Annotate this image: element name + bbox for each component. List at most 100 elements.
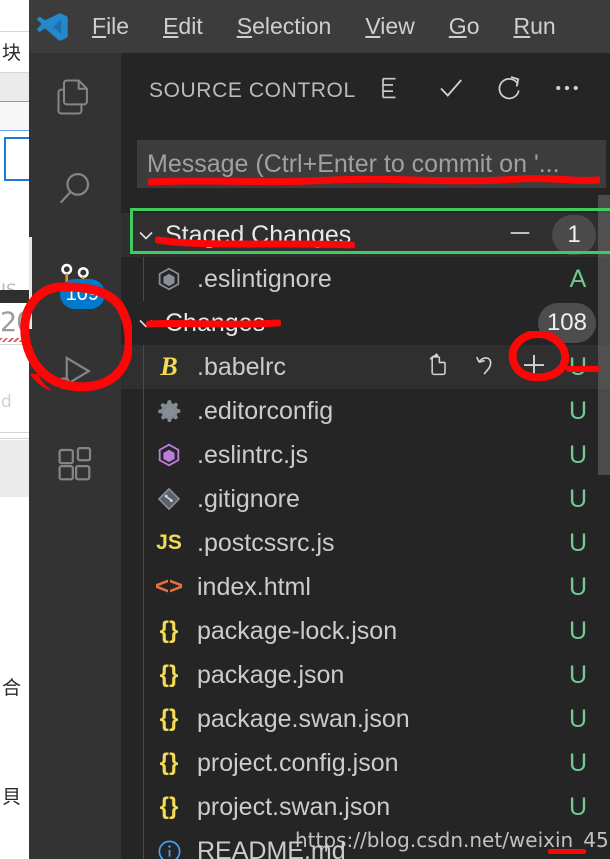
menu-item-edit[interactable]: Edit [146, 0, 220, 53]
bg-number: 20 [0, 307, 29, 338]
bg-cjk-1: 块 [2, 42, 22, 64]
menu-item-selection[interactable]: Selection [220, 0, 349, 53]
json-file-icon: {} [159, 749, 179, 776]
activity-item-run-debug[interactable] [29, 329, 121, 421]
list-item[interactable]: {} project.config.json U [121, 741, 610, 785]
group-label-changes: Changes [165, 308, 266, 337]
list-item[interactable]: {} package.json U [121, 653, 610, 697]
discard-icon [472, 351, 500, 384]
search-icon [53, 167, 97, 216]
list-item-label: .postcssrc.js [197, 528, 335, 557]
annotation-green-rect-staged-changes [130, 208, 610, 254]
status-badge: U [568, 572, 588, 601]
menu-item-go[interactable]: Go [432, 0, 497, 53]
annotation-red-underline-babelrc-status [566, 366, 600, 372]
row-actions [422, 351, 550, 383]
git-file-icon [151, 485, 187, 513]
menu-item-file[interactable]: File [75, 0, 146, 53]
gear-file-icon [151, 398, 187, 425]
check-icon [436, 73, 466, 108]
status-badge: U [568, 616, 588, 645]
javascript-file-icon: JS [156, 531, 182, 554]
status-badge: A [569, 264, 587, 293]
source-control-badge: 109 [59, 279, 105, 309]
panel-actions [376, 74, 584, 108]
markdown-file-icon [151, 838, 187, 859]
list-item-label: package.json [197, 660, 345, 689]
json-file-icon: {} [159, 793, 179, 820]
menu-bar: File Edit Selection View Go Run [29, 0, 610, 53]
annotation-watermark-strike [548, 849, 586, 854]
list-item-label: .eslintignore [197, 264, 332, 293]
screenshot-root: 块 JS 20 d 合 貝 File Edit Sel [0, 0, 610, 859]
ellipsis-icon [552, 73, 582, 108]
list-item-label: .editorconfig [197, 396, 334, 425]
panel-header: SOURCE CONTROL [121, 53, 610, 128]
view-as-tree-button[interactable] [376, 74, 410, 108]
status-badge: U [568, 440, 588, 469]
chevron-down-icon[interactable] [129, 311, 163, 335]
menu-item-run[interactable]: Run [496, 0, 572, 53]
vscode-logo-icon [29, 0, 75, 53]
refresh-button[interactable] [492, 74, 526, 108]
list-item[interactable]: {} project.swan.json U [121, 785, 610, 829]
menu-item-view[interactable]: View [348, 0, 431, 53]
list-item[interactable]: <> index.html U [121, 565, 610, 609]
list-item[interactable]: .gitignore U [121, 477, 610, 521]
babel-file-icon: B [160, 352, 178, 381]
json-file-icon: {} [159, 661, 179, 688]
status-badge: U [568, 396, 588, 425]
discard-changes-button[interactable] [470, 351, 502, 383]
panel-title: SOURCE CONTROL [149, 78, 356, 102]
stage-changes-button[interactable] [518, 351, 550, 383]
source-control-panel: SOURCE CONTROL Message (Ctrl+Enter to co… [121, 53, 610, 859]
activity-item-explorer[interactable] [29, 53, 121, 145]
eslint-file-icon [151, 441, 187, 469]
group-count-changes: 108 [537, 303, 596, 343]
list-item-label: .babelrc [197, 352, 286, 381]
list-item[interactable]: JS .postcssrc.js U [121, 521, 610, 565]
activity-item-search[interactable] [29, 145, 121, 237]
list-item[interactable]: {} package.swan.json U [121, 697, 610, 741]
eslint-file-icon [151, 265, 187, 293]
bg-cjk-3: 貝 [2, 786, 22, 808]
list-item[interactable]: B .babelrc [121, 345, 610, 389]
list-item-label: .eslintrc.js [197, 440, 309, 469]
list-item[interactable]: .eslintrc.js U [121, 433, 610, 477]
run-and-debug-icon [53, 351, 97, 400]
status-badge: U [568, 660, 588, 689]
open-file-icon [424, 351, 452, 384]
group-header-changes[interactable]: Changes 108 [121, 301, 610, 345]
json-file-icon: {} [159, 617, 179, 644]
list-item-label: package-lock.json [197, 616, 398, 645]
list-tree-icon [378, 73, 408, 108]
refresh-icon [494, 73, 524, 108]
status-badge: U [568, 748, 588, 777]
more-actions-button[interactable] [550, 74, 584, 108]
json-file-icon: {} [159, 705, 179, 732]
status-badge: U [568, 528, 588, 557]
activity-bar: 109 [29, 53, 121, 859]
list-item[interactable]: .editorconfig U [121, 389, 610, 433]
extensions-icon [53, 443, 97, 492]
commit-button[interactable] [434, 74, 468, 108]
list-item-label: index.html [197, 572, 311, 601]
html-file-icon: <> [154, 573, 184, 600]
list-item-label: .gitignore [197, 484, 300, 513]
vscode-window: File Edit Selection View Go Run 109 SOUR… [29, 0, 610, 859]
list-item-label: project.config.json [197, 748, 399, 777]
activity-item-extensions[interactable] [29, 421, 121, 513]
commit-message-input[interactable]: Message (Ctrl+Enter to commit on '... [137, 140, 606, 188]
plus-icon [519, 350, 549, 385]
list-item-label: package.swan.json [197, 704, 410, 733]
commit-message-placeholder: Message (Ctrl+Enter to commit on '... [147, 149, 560, 178]
activity-item-source-control[interactable]: 109 [29, 237, 121, 329]
list-item[interactable]: {} package-lock.json U [121, 609, 610, 653]
background-window: 块 JS 20 d 合 貝 [0, 0, 29, 859]
list-item-label: project.swan.json [197, 792, 391, 821]
status-badge: U [568, 792, 588, 821]
list-item[interactable]: .eslintignore A [121, 257, 610, 301]
files-icon [53, 75, 97, 124]
open-file-button[interactable] [422, 351, 454, 383]
status-badge: U [568, 484, 588, 513]
